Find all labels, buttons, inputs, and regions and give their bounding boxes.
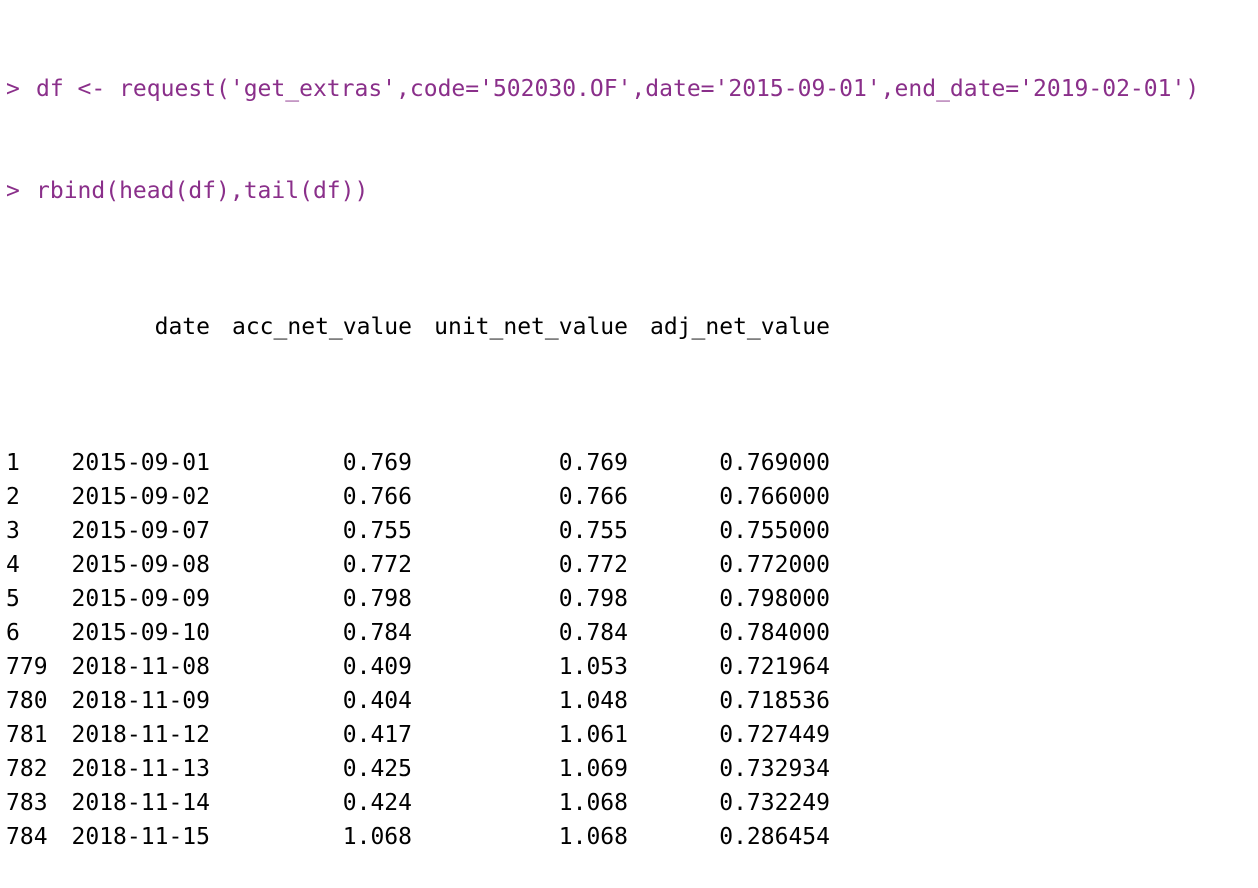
r-console[interactable]: > df <- request('get_extras',code='502030…	[0, 4, 1258, 888]
table-row: 4 2015-09-08 0.772 0.772 0.772000	[0, 548, 1258, 582]
cell-unit-net-value: 1.048	[558, 688, 628, 714]
command-text: rbind(head(df),tail(df))	[36, 178, 369, 204]
cell-index: 781	[6, 722, 48, 748]
cell-date: 2015-09-01	[71, 450, 210, 476]
cell-acc-net-value: 0.772	[342, 552, 412, 578]
header-adj-net-value: adj_net_value	[649, 314, 830, 340]
command-text: df <- request('get_extras',code='502030.…	[36, 76, 1200, 102]
cell-acc-net-value: 0.424	[342, 790, 412, 816]
cell-adj-net-value: 0.798000	[719, 586, 830, 612]
cell-date: 2015-09-09	[71, 586, 210, 612]
cell-date: 2018-11-15	[71, 824, 210, 850]
table-header: date acc_net_value unit_net_value adj_net_v…	[0, 310, 1258, 344]
cell-acc-net-value: 0.404	[342, 688, 412, 714]
cell-adj-net-value: 0.721964	[719, 654, 830, 680]
cell-adj-net-value: 0.732249	[719, 790, 830, 816]
cell-date: 2018-11-13	[71, 756, 210, 782]
cell-adj-net-value: 0.732934	[719, 756, 830, 782]
cell-index: 4	[6, 552, 20, 578]
cell-acc-net-value: 0.425	[342, 756, 412, 782]
cell-date: 2018-11-12	[71, 722, 210, 748]
table-row: 779 2018-11-08 0.409 1.053 0.721964	[0, 650, 1258, 684]
cell-adj-net-value: 0.766000	[719, 484, 830, 510]
cell-index: 782	[6, 756, 48, 782]
table-row: 1 2015-09-01 0.769 0.769 0.769000	[0, 446, 1258, 480]
cell-adj-net-value: 0.755000	[719, 518, 830, 544]
cell-date: 2018-11-09	[71, 688, 210, 714]
cell-index: 1	[6, 450, 20, 476]
cell-acc-net-value: 0.417	[342, 722, 412, 748]
header-acc-net-value: acc_net_value	[231, 314, 412, 340]
cell-date: 2015-09-08	[71, 552, 210, 578]
table-row: 781 2018-11-12 0.417 1.061 0.727449	[0, 718, 1258, 752]
cell-index: 784	[6, 824, 48, 850]
table-row: 2 2015-09-02 0.766 0.766 0.766000	[0, 480, 1258, 514]
cell-unit-net-value: 0.772	[558, 552, 628, 578]
cell-unit-net-value: 0.766	[558, 484, 628, 510]
cell-date: 2018-11-08	[71, 654, 210, 680]
cell-date: 2015-09-10	[71, 620, 210, 646]
cell-index: 3	[6, 518, 20, 544]
table-body: 1 2015-09-01 0.769 0.769 0.769000 2 2015-09-02…	[0, 446, 1258, 854]
cell-acc-net-value: 0.798	[342, 586, 412, 612]
cell-date: 2018-11-14	[71, 790, 210, 816]
cell-acc-net-value: 0.755	[342, 518, 412, 544]
cell-adj-net-value: 0.772000	[719, 552, 830, 578]
cell-index: 779	[6, 654, 48, 680]
cell-index: 780	[6, 688, 48, 714]
table-row: 780 2018-11-09 0.404 1.048 0.718536	[0, 684, 1258, 718]
table-row: 784 2018-11-15 1.068 1.068 0.286454	[0, 820, 1258, 854]
table-row: 783 2018-11-14 0.424 1.068 0.732249	[0, 786, 1258, 820]
prompt-symbol: >	[6, 76, 20, 102]
command-line-1: > df <- request('get_extras',code='502030…	[0, 72, 1258, 106]
cell-adj-net-value: 0.727449	[719, 722, 830, 748]
cell-unit-net-value: 1.069	[558, 756, 628, 782]
cell-date: 2015-09-02	[71, 484, 210, 510]
table-row: 5 2015-09-09 0.798 0.798 0.798000	[0, 582, 1258, 616]
cell-unit-net-value: 0.755	[558, 518, 628, 544]
cell-acc-net-value: 0.784	[342, 620, 412, 646]
cell-unit-net-value: 0.798	[558, 586, 628, 612]
cell-index: 6	[6, 620, 20, 646]
cell-index: 5	[6, 586, 20, 612]
cell-date: 2015-09-07	[71, 518, 210, 544]
cell-adj-net-value: 0.769000	[719, 450, 830, 476]
header-date: date	[154, 314, 210, 340]
prompt-symbol: >	[6, 178, 20, 204]
cell-unit-net-value: 0.784	[558, 620, 628, 646]
cell-index: 2	[6, 484, 20, 510]
cell-unit-net-value: 1.053	[558, 654, 628, 680]
cell-acc-net-value: 0.409	[342, 654, 412, 680]
cell-unit-net-value: 1.068	[558, 824, 628, 850]
cell-acc-net-value: 0.769	[342, 450, 412, 476]
cell-unit-net-value: 1.061	[558, 722, 628, 748]
command-line-2: > rbind(head(df),tail(df))	[0, 174, 1258, 208]
table-row: 3 2015-09-07 0.755 0.755 0.755000	[0, 514, 1258, 548]
table-row: 782 2018-11-13 0.425 1.069 0.732934	[0, 752, 1258, 786]
cell-acc-net-value: 0.766	[342, 484, 412, 510]
table-row: 6 2015-09-10 0.784 0.784 0.784000	[0, 616, 1258, 650]
cell-unit-net-value: 0.769	[558, 450, 628, 476]
cell-index: 783	[6, 790, 48, 816]
cell-adj-net-value: 0.718536	[719, 688, 830, 714]
cell-adj-net-value: 0.784000	[719, 620, 830, 646]
header-unit-net-value: unit_net_value	[434, 314, 628, 340]
cell-adj-net-value: 0.286454	[719, 824, 830, 850]
cell-acc-net-value: 1.068	[342, 824, 412, 850]
cell-unit-net-value: 1.068	[558, 790, 628, 816]
